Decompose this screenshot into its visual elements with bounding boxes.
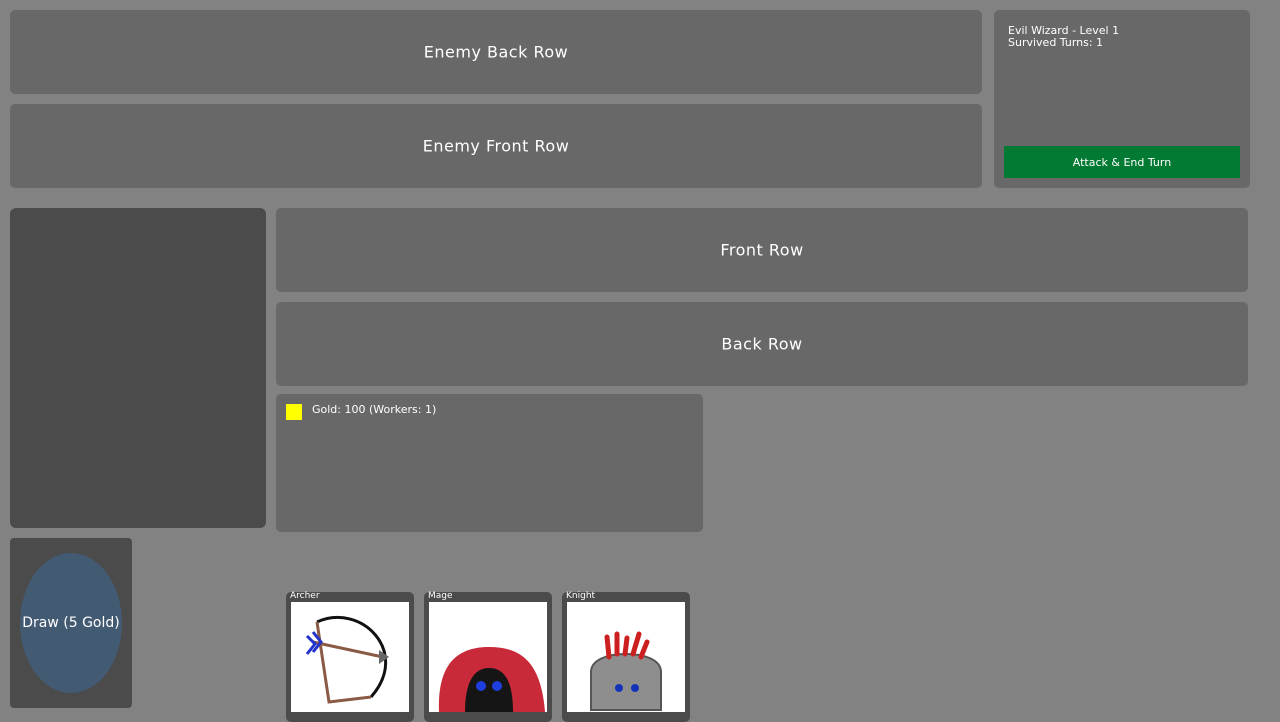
card-archer[interactable]: Archer [286, 591, 414, 722]
back-row[interactable]: Back Row [276, 302, 1248, 386]
knight-helmet-icon [567, 602, 685, 712]
card-name: Archer [290, 591, 320, 601]
enemy-back-row[interactable]: Enemy Back Row [10, 10, 982, 94]
front-row[interactable]: Front Row [276, 208, 1248, 292]
enemy-front-row-label: Enemy Front Row [422, 136, 570, 156]
gold-panel: Gold: 100 (Workers: 1) [276, 394, 703, 532]
card-detail-panel [10, 208, 266, 528]
enemy-info-panel: Evil Wizard - Level 1 Survived Turns: 1 … [994, 10, 1250, 188]
attack-end-turn-button[interactable]: Attack & End Turn [1004, 146, 1240, 178]
bow-and-arrow-icon [291, 602, 409, 712]
enemy-back-row-label: Enemy Back Row [423, 42, 569, 62]
hooded-mage-icon [429, 602, 547, 712]
enemy-front-row[interactable]: Enemy Front Row [10, 104, 982, 188]
draw-button[interactable]: Draw (5 Gold) [20, 553, 122, 693]
card-knight[interactable]: Knight [562, 591, 690, 722]
front-row-label: Front Row [720, 240, 804, 260]
gold-icon [286, 404, 302, 420]
card-mage[interactable]: Mage [424, 591, 552, 722]
survived-turns: Survived Turns: 1 [1008, 36, 1104, 49]
card-name: Knight [566, 591, 596, 601]
gold-text: Gold: 100 (Workers: 1) [312, 403, 437, 416]
back-row-label: Back Row [721, 334, 803, 354]
card-name: Mage [428, 591, 453, 601]
draw-panel: Draw (5 Gold) [10, 538, 132, 708]
